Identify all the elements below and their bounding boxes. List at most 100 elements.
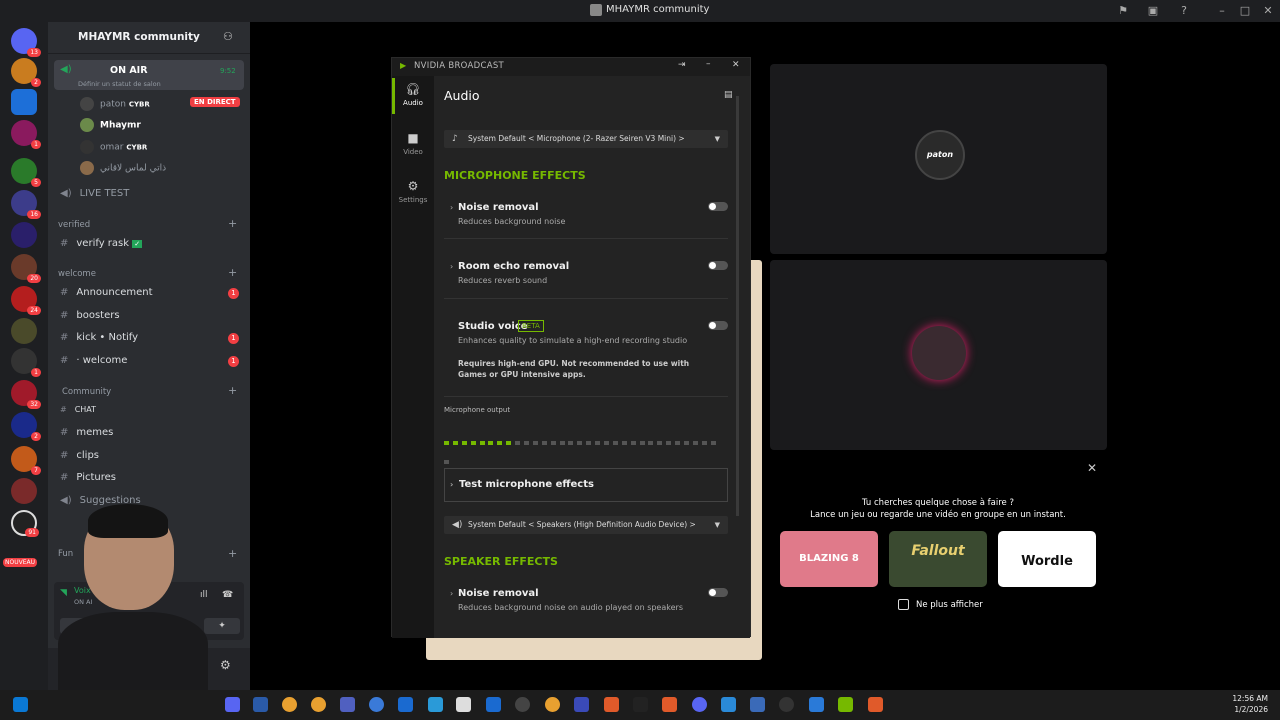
app-icon[interactable] (809, 697, 824, 712)
brave-icon[interactable] (604, 697, 619, 712)
game-fallout[interactable]: Fallout (889, 531, 987, 587)
room-echo-toggle[interactable] (708, 261, 728, 270)
noise-removal-toggle[interactable] (708, 202, 728, 211)
voice-user[interactable]: ذاتي لماس لاقاني (80, 161, 166, 175)
calculator-icon[interactable] (750, 697, 765, 712)
game-blazing8[interactable]: BLAZING 8 (780, 531, 878, 587)
studio-voice-toggle[interactable] (708, 321, 728, 330)
channel-clips[interactable]: # clips (60, 450, 99, 461)
channel-boosters[interactable]: # boosters (60, 310, 120, 321)
game-wordle[interactable]: Wordle (998, 531, 1096, 587)
close-icon[interactable]: ✕ (1087, 461, 1097, 475)
app-icon[interactable] (369, 697, 384, 712)
screen-share-icon[interactable]: ▣ (1145, 3, 1161, 19)
close-icon[interactable]: ✕ (1260, 3, 1276, 19)
add-user-icon[interactable]: ⚇ (223, 30, 233, 43)
app-icon[interactable] (721, 697, 736, 712)
voice-channel-on-air[interactable]: ◀) ON AIR 9:52 Définir un statut de salo… (54, 60, 244, 90)
add-channel-icon[interactable]: + (228, 217, 237, 230)
video-tile-paton[interactable]: paton (770, 64, 1107, 254)
disconnect-icon[interactable]: ☎ (222, 590, 233, 600)
feedback-icon[interactable]: ▤ (724, 90, 733, 100)
app-icon[interactable] (779, 697, 794, 712)
app-icon[interactable] (340, 697, 355, 712)
category-fun[interactable]: Fun (58, 549, 73, 559)
channel-pictures[interactable]: # Pictures (60, 472, 116, 483)
add-channel-icon[interactable]: + (228, 266, 237, 279)
add-channel-icon[interactable]: + (228, 547, 237, 560)
chrome-icon[interactable] (545, 697, 560, 712)
voice-user[interactable]: Mhaymr (80, 118, 141, 132)
nav-video[interactable]: ■ Video (392, 131, 434, 156)
voice-channel-live-test[interactable]: ◀) LIVE TEST (60, 188, 129, 199)
category-verified[interactable]: verified (58, 220, 90, 230)
test-microphone-button[interactable]: › Test microphone effects (444, 468, 728, 502)
dont-show-checkbox[interactable] (898, 599, 909, 610)
chevron-right-icon[interactable]: › (450, 589, 453, 598)
help-icon[interactable]: ? (1176, 3, 1192, 19)
brave-icon[interactable] (868, 697, 883, 712)
server-icon[interactable]: 20 (11, 254, 41, 283)
gear-icon[interactable]: ⚙ (220, 658, 231, 672)
system-clock[interactable]: 12:56 AM 1/2/2026 (1232, 693, 1268, 715)
app-icon[interactable] (253, 697, 268, 712)
speaker-select[interactable]: ◀) System Default < Speakers (High Defin… (444, 516, 728, 534)
server-icon[interactable] (11, 318, 37, 344)
maximize-icon[interactable]: □ (1237, 3, 1253, 19)
discord-home-icon[interactable]: 13 (11, 28, 41, 57)
category-community[interactable]: Community (62, 387, 111, 397)
app-icon[interactable] (574, 697, 589, 712)
channel-status[interactable]: Définir un statut de salon (78, 80, 161, 88)
scrollbar[interactable] (736, 96, 739, 516)
pin-icon[interactable]: ⇥ (678, 60, 686, 70)
chrome-icon[interactable] (282, 697, 297, 712)
server-icon[interactable]: 5 (11, 158, 41, 187)
server-icon[interactable]: 91 (11, 510, 39, 537)
microphone-select[interactable]: ♪ System Default < Microphone (2- Razer … (444, 130, 728, 148)
mail-icon[interactable] (486, 697, 501, 712)
soundboard-icon[interactable]: ıll (200, 590, 208, 600)
channel-verify[interactable]: # verify rask ✓ (60, 238, 143, 249)
channel-announcement[interactable]: # Announcement (60, 287, 153, 298)
minimize-icon[interactable]: – (706, 59, 711, 69)
minimize-icon[interactable]: – (1214, 3, 1230, 19)
chevron-right-icon[interactable]: › (450, 203, 453, 212)
app-icon[interactable] (225, 697, 240, 712)
discord-icon[interactable] (692, 697, 707, 712)
voice-connected-channel[interactable]: ON AI (74, 598, 92, 606)
server-icon[interactable]: 24 (11, 286, 41, 315)
windows-start-icon[interactable] (13, 697, 28, 712)
voice-user[interactable]: omar CYBR (80, 140, 147, 154)
notepad-icon[interactable] (456, 697, 471, 712)
activities-icon[interactable]: ✦ (204, 618, 240, 634)
server-icon[interactable]: 32 (11, 380, 41, 409)
speaker-noise-removal-toggle[interactable] (708, 588, 728, 597)
voice-user[interactable]: paton CYBR (80, 97, 150, 111)
server-icon[interactable] (11, 478, 37, 504)
steam-icon[interactable] (515, 697, 530, 712)
video-tile-user[interactable] (770, 260, 1107, 450)
close-icon[interactable]: ✕ (732, 60, 740, 70)
server-icon[interactable] (11, 222, 37, 248)
category-welcome[interactable]: welcome (58, 269, 96, 279)
chrome-icon[interactable] (311, 697, 326, 712)
app-icon[interactable] (398, 697, 413, 712)
server-icon[interactable]: 2 (11, 58, 41, 87)
server-icon[interactable]: 7 (11, 446, 41, 475)
channel-chat[interactable]: # CHAT (60, 405, 96, 414)
app-icon[interactable] (633, 697, 648, 712)
add-channel-icon[interactable]: + (228, 384, 237, 397)
channel-kick[interactable]: # kick • Notify (60, 332, 138, 343)
brave-icon[interactable] (662, 697, 677, 712)
nav-settings[interactable]: ⚙ Settings (392, 179, 434, 204)
channel-welcome[interactable]: # · welcome (60, 355, 127, 366)
inbox-icon[interactable]: ⚑ (1115, 3, 1131, 19)
server-header[interactable]: MHAYMR community ⚇ (48, 22, 250, 54)
nav-audio[interactable]: 🎧︎ Audio (392, 82, 434, 107)
chevron-right-icon[interactable]: › (450, 262, 453, 271)
server-icon[interactable]: 2 (11, 412, 41, 441)
server-icon[interactable]: 16 (11, 190, 41, 219)
telegram-icon[interactable] (428, 697, 443, 712)
channel-memes[interactable]: # memes (60, 427, 113, 438)
server-icon[interactable] (11, 89, 37, 115)
